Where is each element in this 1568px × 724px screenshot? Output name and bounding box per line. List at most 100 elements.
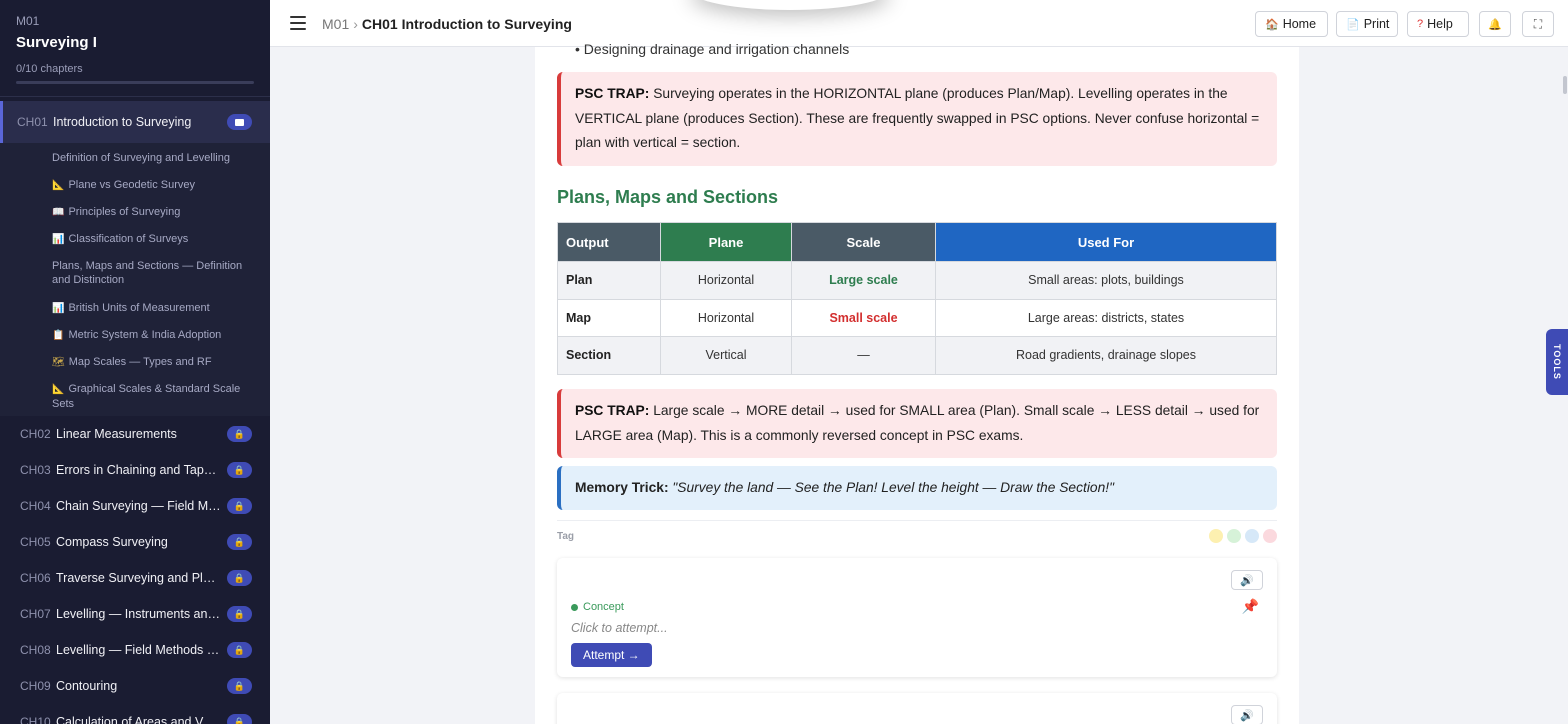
- home-button[interactable]: 🏠 Home: [1255, 11, 1328, 37]
- main-content: • Designing drainage and irrigation chan…: [535, 41, 1299, 724]
- question-icon: ?: [1417, 18, 1424, 30]
- pin-icon[interactable]: 📌: [1242, 598, 1259, 615]
- table-row: Map Horizontal Small scale Large areas: …: [557, 298, 1277, 337]
- triangle-ruler-icon: 📐: [52, 384, 65, 395]
- chapter-list: CH02 Linear Measurements 🔒 CH03 Errors in C…: [0, 416, 270, 724]
- sidebar-chapter[interactable]: CH02 Linear Measurements 🔒: [0, 416, 270, 452]
- callout-label: PSC TRAP:: [575, 86, 650, 101]
- section-heading: Plans, Maps and Sections: [557, 187, 779, 207]
- tag-row: Tag: [557, 520, 1277, 548]
- memory-trick-callout: Memory Trick: "Survey the land — See the…: [557, 466, 1277, 510]
- breadcrumb: M01 › CH01 Introduction to Surveying: [322, 16, 572, 32]
- sidebar-chapter[interactable]: CH06 Traverse Surveying and Plane ... 🔒: [0, 560, 270, 596]
- lock-icon: 🔒: [227, 498, 252, 514]
- sidebar: M01 Surveying I 0/10 chapters CH01 Intro…: [0, 0, 270, 724]
- callout-quote: "Survey the land — See the Plan! Level t…: [672, 480, 1114, 495]
- lock-icon: 🔒: [227, 534, 252, 550]
- callout-text: Surveying operates in the HORIZONTAL pla…: [575, 86, 1260, 150]
- callout-text: Large scale → MORE detail → used for SMA…: [575, 403, 1260, 443]
- tools-tab[interactable]: TOOLS: [1546, 329, 1568, 395]
- progress-bar: [16, 81, 254, 84]
- subtopic-list: Definition of Surveying and Levelling 📐 P…: [0, 143, 270, 416]
- sidebar-chapter[interactable]: CH10 Calculation of Areas and Volu... 🔒: [0, 704, 270, 724]
- sidebar-chapter[interactable]: CH07 Levelling — Instruments and ... 🔒: [0, 596, 270, 632]
- subtopic-item[interactable]: 📐 Graphical Scales & Standard Scale Sets: [0, 382, 270, 410]
- book-icon: [227, 114, 252, 130]
- tag-color-picker: [1209, 529, 1277, 543]
- callout-label: Memory Trick:: [575, 480, 669, 495]
- sidebar-chapter[interactable]: CH04 Chain Surveying — Field Met... 🔒: [0, 488, 270, 524]
- help-button[interactable]: ? Help: [1407, 11, 1469, 37]
- fullscreen-button[interactable]: ⛶: [1522, 11, 1554, 37]
- sidebar-chapter[interactable]: CH03 Errors in Chaining and Tape C... 🔒: [0, 452, 270, 488]
- home-icon: 🏠: [1265, 18, 1279, 31]
- expand-icon: ⛶: [1533, 16, 1543, 31]
- status-dot: [571, 603, 578, 611]
- psc-trap-callout: PSC TRAP: Surveying operates in the HORI…: [557, 72, 1277, 166]
- subtopic-item[interactable]: 📊 British Units of Measurement: [0, 301, 270, 328]
- subtopic-item[interactable]: Plans, Maps and Sections — Definition an…: [0, 259, 270, 301]
- lock-icon: 🔒: [227, 462, 252, 478]
- breadcrumb-current: CH01 Introduction to Surveying: [361, 16, 572, 32]
- speaker-button[interactable]: 🔊: [1231, 705, 1263, 724]
- table-header: Plane: [660, 222, 792, 262]
- breadcrumb-separator: ›: [353, 16, 358, 32]
- chapter-code: CH01: [17, 115, 48, 129]
- triangle-ruler-icon: 📐: [52, 180, 65, 191]
- chapter-name: Introduction to Surveying: [53, 115, 192, 129]
- sidebar-chapter[interactable]: CH09 Contouring 🔒: [0, 668, 270, 704]
- attempt-button[interactable]: Attempt →: [571, 643, 652, 667]
- notification-button[interactable]: 🔔: [1479, 11, 1511, 37]
- lock-icon: 🔒: [227, 426, 252, 442]
- menu-icon[interactable]: [290, 16, 306, 30]
- callout-label: PSC TRAP:: [575, 403, 650, 418]
- sidebar-chapter[interactable]: CH08 Levelling — Field Methods an... 🔒: [0, 632, 270, 668]
- lock-icon: 🔒: [227, 570, 252, 586]
- subtopic-item[interactable]: Definition of Surveying and Levelling: [0, 151, 270, 178]
- scrollbar-thumb[interactable]: [1563, 76, 1567, 94]
- tag-label: Tag: [557, 531, 575, 542]
- book-icon: 📖: [52, 207, 65, 218]
- attempt-hint[interactable]: Click to attempt...: [571, 621, 668, 635]
- speaker-icon: 🔊: [1240, 709, 1254, 722]
- chart-icon: 📊: [52, 303, 65, 314]
- speaker-button[interactable]: 🔊: [1231, 570, 1263, 590]
- course-title: Surveying I: [16, 34, 97, 51]
- table-header: Output: [557, 222, 661, 262]
- tag-color-yellow[interactable]: [1209, 529, 1223, 543]
- subtopic-item[interactable]: 📋 Metric System & India Adoption: [0, 328, 270, 355]
- print-button[interactable]: 📄 Print: [1336, 11, 1398, 37]
- table-header-row: Output Plane Scale Used For: [557, 222, 1277, 262]
- subtopic-item[interactable]: 📐 Plane vs Geodetic Survey: [0, 178, 270, 205]
- subtopic-item[interactable]: 📊 Classification of Surveys: [0, 232, 270, 259]
- table-row: Plan Horizontal Large scale Small areas:…: [557, 261, 1277, 300]
- comparison-table: Output Plane Scale Used For Plan Horizon…: [557, 222, 1277, 375]
- top-bar: M01 › CH01 Introduction to Surveying 🏠 Home…: [270, 0, 1568, 47]
- document-icon: 📄: [1346, 18, 1360, 31]
- list-item: • Designing drainage and irrigation chan…: [575, 41, 850, 57]
- tag-color-green[interactable]: [1227, 529, 1241, 543]
- table-row: Section Vertical — Road gradients, drain…: [557, 336, 1277, 375]
- sidebar-chapter[interactable]: CH05 Compass Surveying 🔒: [0, 524, 270, 560]
- bell-icon: 🔔: [1488, 18, 1502, 31]
- speaker-icon: 🔊: [1240, 574, 1254, 587]
- progress-text: 0/10 chapters: [16, 63, 83, 75]
- lock-icon: 🔒: [227, 678, 252, 694]
- concept-card: 🔊: [557, 693, 1277, 724]
- psc-trap-callout: PSC TRAP: Large scale → MORE detail → us…: [557, 389, 1277, 458]
- breadcrumb-module[interactable]: M01: [322, 16, 349, 32]
- sidebar-chapter-ch01[interactable]: CH01 Introduction to Surveying: [0, 101, 270, 143]
- subtopic-item[interactable]: 📖 Principles of Surveying: [0, 205, 270, 232]
- lock-icon: 🔒: [227, 642, 252, 658]
- map-icon: 🗺: [52, 357, 65, 368]
- sidebar-header: M01 Surveying I 0/10 chapters: [0, 0, 270, 97]
- table-header: Used For: [935, 222, 1277, 262]
- tag-color-blue[interactable]: [1245, 529, 1259, 543]
- module-code: M01: [16, 14, 40, 28]
- chart-icon: 📊: [52, 234, 65, 245]
- tag-color-pink[interactable]: [1263, 529, 1277, 543]
- concept-card: 🔊 📌 Concept Click to attempt... Attempt …: [557, 558, 1277, 677]
- card-type-label: Concept: [571, 601, 624, 613]
- clipboard-icon: 📋: [52, 330, 65, 341]
- subtopic-item[interactable]: 🗺 Map Scales — Types and RF: [0, 355, 270, 382]
